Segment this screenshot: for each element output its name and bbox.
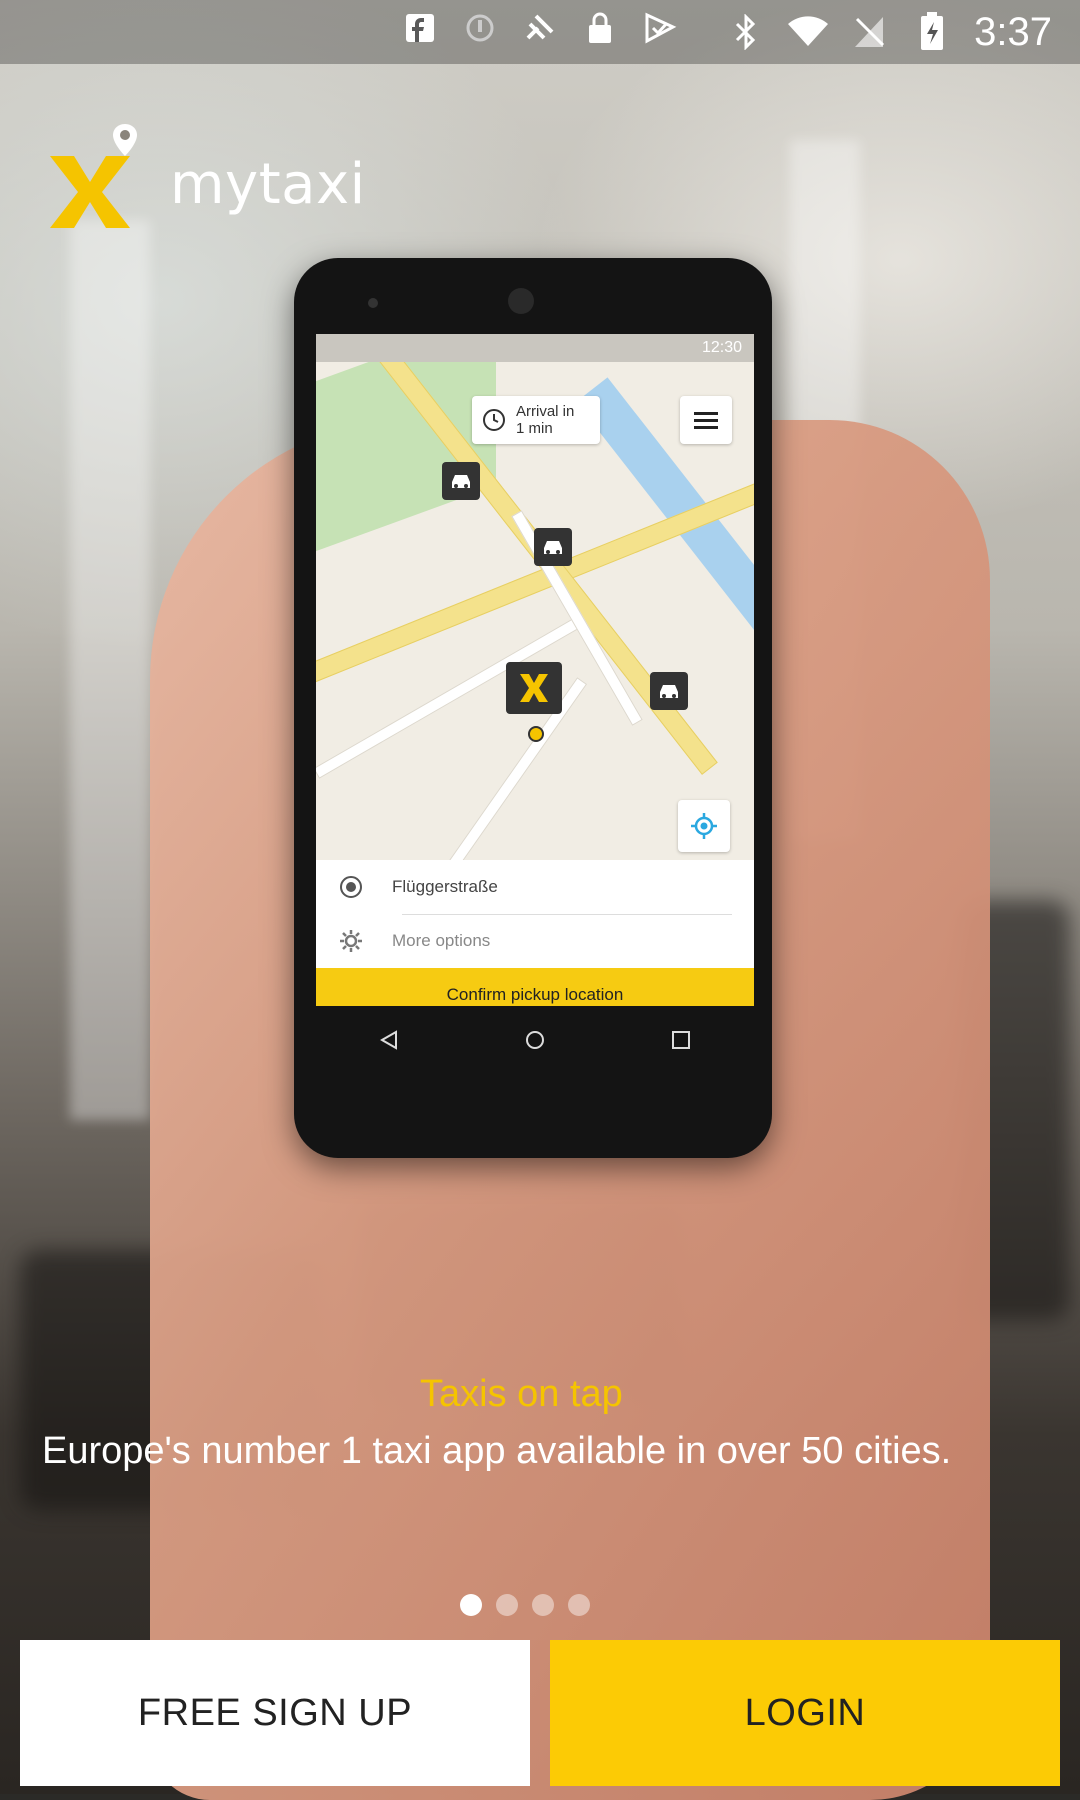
more-options-text: More options: [392, 931, 491, 950]
mytaxi-logo: mytaxi: [42, 118, 365, 230]
phone-mockup: 12:30 Arrival in 1 min Flüggerstraße Mor…: [294, 258, 772, 1158]
hamburger-menu-button: [680, 396, 732, 444]
taxi-icon: [544, 541, 562, 554]
map-view: Arrival in 1 min: [316, 362, 754, 860]
back-icon: [379, 1030, 397, 1050]
system-icons: 3:37: [726, 10, 1052, 55]
logo-text: mytaxi: [170, 152, 366, 217]
sync-icon: [460, 8, 500, 48]
satellite-icon: [520, 8, 560, 48]
location-pin-icon: [113, 124, 137, 156]
no-sim-icon: [850, 12, 890, 52]
taxi-marker: [650, 672, 688, 710]
phone-status-time: 12:30: [701, 339, 742, 356]
lock-icon: [580, 8, 620, 48]
status-bar: 3:37: [0, 0, 1080, 64]
page-dot-3[interactable]: [532, 1594, 554, 1616]
facebook-icon: [400, 8, 440, 48]
confirm-pickup-button: Confirm pickup location: [316, 968, 754, 1006]
pickup-sheet: Flüggerstraße More options Confirm picku…: [316, 860, 754, 1006]
phone-screen: 12:30 Arrival in 1 min Flüggerstraße Mor…: [316, 334, 754, 1006]
status-time: 3:37: [974, 9, 1052, 54]
phone-status-bar: 12:30: [316, 334, 754, 362]
page-dot-1[interactable]: [460, 1594, 482, 1616]
radio-target-icon: [340, 876, 362, 898]
free-sign-up-button[interactable]: FREE SIGN UP: [20, 1640, 530, 1786]
clock-icon: [483, 409, 505, 431]
address-row: Flüggerstraße: [316, 860, 754, 914]
mytaxi-x-icon: [520, 674, 548, 702]
arrival-line-2: 1 min: [516, 420, 553, 437]
recents-icon: [672, 1031, 690, 1049]
phone-camera: [368, 298, 378, 308]
phone-nav-bar: [316, 1010, 754, 1070]
locate-me-button: [678, 800, 730, 852]
notification-icons: [400, 8, 680, 48]
onboarding-subline: Europe's number 1 taxi app available in …: [42, 1430, 952, 1472]
home-icon: [526, 1031, 544, 1049]
bluetooth-icon: [726, 12, 766, 52]
taxi-marker: [442, 462, 480, 500]
page-indicator: [460, 1594, 590, 1616]
background-pillar: [70, 220, 150, 1120]
arrival-badge: Arrival in 1 min: [472, 396, 600, 444]
arrival-line-1: Arrival in: [516, 403, 575, 420]
phone-speaker: [508, 288, 534, 314]
hamburger-icon: [694, 412, 718, 429]
more-options-row: More options: [316, 914, 754, 968]
gear-icon: [340, 930, 362, 952]
pickup-marker: [506, 662, 562, 714]
onboarding-headline: Taxis on tap: [420, 1373, 623, 1415]
crosshair-icon: [691, 813, 717, 839]
address-text: Flüggerstraße: [392, 877, 498, 896]
taxi-icon: [452, 475, 470, 488]
page-dot-2[interactable]: [496, 1594, 518, 1616]
wifi-icon: [788, 12, 829, 52]
taxi-marker: [534, 528, 572, 566]
mytaxi-x-icon: [50, 156, 130, 228]
battery-charging-icon: [912, 12, 952, 52]
check-flag-icon: [640, 8, 680, 48]
page-dot-4[interactable]: [568, 1594, 590, 1616]
taxi-icon: [660, 685, 678, 698]
login-button[interactable]: LOGIN: [550, 1640, 1060, 1786]
pickup-dot: [528, 726, 544, 742]
